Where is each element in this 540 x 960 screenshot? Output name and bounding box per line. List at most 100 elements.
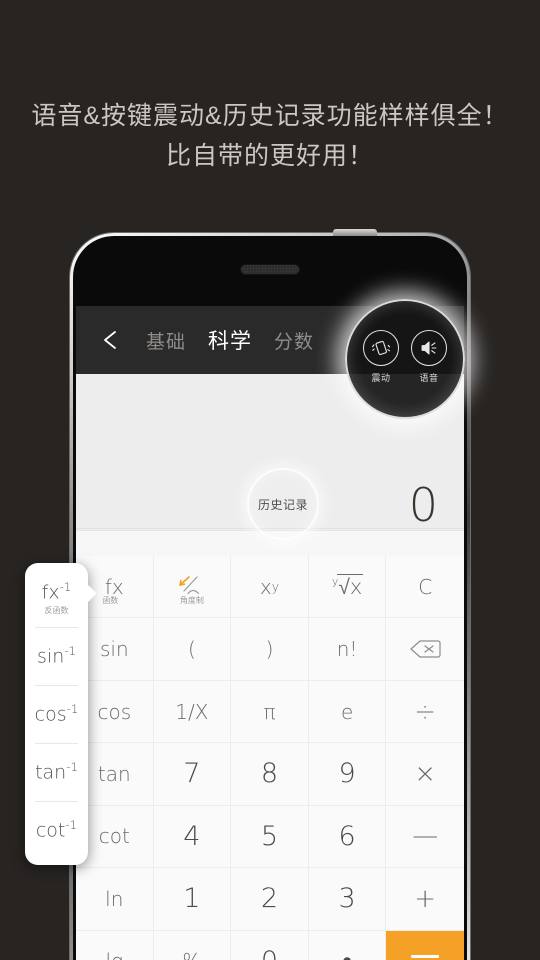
- key-paren-close[interactable]: ): [231, 618, 309, 681]
- key-multiply[interactable]: ×: [386, 743, 464, 806]
- popup-item-fx-inverse[interactable]: fx-1 反函数: [25, 569, 88, 627]
- tab-fraction[interactable]: 分数: [274, 327, 314, 354]
- nth-root-glyph: y √x: [331, 573, 364, 600]
- key-divide[interactable]: ÷: [386, 681, 464, 744]
- key-angle-mode[interactable]: 角度制: [153, 556, 232, 619]
- tab-basic[interactable]: 基础: [146, 327, 186, 354]
- key-nth-root[interactable]: y √x: [308, 556, 387, 619]
- popup-arctan-label: tan-1: [35, 760, 78, 784]
- key-1-label: 1: [183, 883, 201, 915]
- display-result: 0: [408, 478, 438, 532]
- popup-fx-sublabel: 反函数: [44, 605, 69, 615]
- key-sin-label: sin: [99, 637, 129, 662]
- key-reciprocal-label: 1/X: [175, 699, 209, 724]
- key-euler-label: e: [340, 699, 354, 724]
- key-minus[interactable]: —: [386, 806, 464, 869]
- popup-item-arccos[interactable]: cos-1: [25, 685, 88, 743]
- key-percent-label: %: [182, 949, 201, 960]
- headline-line-1: 语音&按键震动&历史记录功能样样俱全！: [31, 102, 509, 130]
- mode-tabs: 基础 科学 分数: [146, 325, 314, 355]
- tab-scientific[interactable]: 科学: [208, 325, 252, 355]
- key-power-exp: y: [271, 579, 280, 595]
- key-tan-label: tan: [97, 761, 131, 786]
- key-9-label: 9: [338, 758, 356, 790]
- key-plus[interactable]: +: [386, 868, 464, 931]
- tool-vibrate[interactable]: 震动: [363, 330, 399, 384]
- key-euler[interactable]: e: [308, 680, 387, 744]
- key-paren-open-label: (: [187, 637, 196, 662]
- key-3-label: 3: [338, 883, 356, 915]
- phone-earpiece-speaker: [240, 264, 300, 275]
- key-0[interactable]: 0: [231, 930, 309, 960]
- key-ln-label: ln: [105, 886, 124, 911]
- key-factorial[interactable]: n!: [308, 618, 387, 681]
- key-decimal-label: •: [342, 946, 351, 960]
- key-2[interactable]: 2: [231, 868, 309, 931]
- key-1[interactable]: 1: [153, 868, 232, 931]
- key-percent[interactable]: %: [154, 930, 232, 960]
- key-reciprocal[interactable]: 1/X: [153, 680, 232, 744]
- key-6-label: 6: [338, 820, 356, 852]
- popup-arcsin-label: sin-1: [37, 644, 76, 668]
- key-multiply-label: ×: [414, 758, 437, 789]
- vibrate-icon: [363, 330, 399, 366]
- tool-voice[interactable]: 语音: [411, 330, 447, 384]
- headline-line-2: 比自带的更好用！: [165, 142, 374, 170]
- key-4-label: 4: [183, 820, 201, 852]
- key-5-label: 5: [260, 820, 279, 852]
- key-6[interactable]: 6: [308, 805, 387, 869]
- equals-icon: [411, 954, 440, 960]
- spotlight-toolbar-content: 震动 语音: [345, 299, 465, 419]
- popup-item-arcsin[interactable]: sin-1: [25, 627, 88, 685]
- key-pi-label: π: [263, 699, 276, 724]
- key-4[interactable]: 4: [153, 805, 232, 869]
- key-equals[interactable]: [386, 930, 464, 960]
- key-2-label: 2: [260, 883, 279, 915]
- key-angle-sublabel: 角度制: [179, 596, 204, 606]
- key-pi[interactable]: π: [231, 680, 309, 744]
- key-power[interactable]: xy: [231, 556, 309, 619]
- back-arrow-icon[interactable]: [98, 327, 124, 353]
- popup-fx-base: fx-1: [41, 580, 72, 604]
- key-clear-label: C: [418, 574, 433, 599]
- key-decimal-point[interactable]: •: [309, 930, 387, 960]
- key-7[interactable]: 7: [153, 743, 232, 806]
- key-fx-sublabel: 函数: [102, 596, 119, 606]
- speaker-icon: [411, 330, 447, 366]
- key-lg[interactable]: lg: [76, 930, 154, 960]
- popup-item-arctan[interactable]: tan-1: [25, 743, 88, 801]
- promo-screenshot: 语音&按键震动&历史记录功能样样俱全！ 比自带的更好用！ 基础 科学 分数 0: [0, 0, 540, 960]
- key-5[interactable]: 5: [231, 805, 309, 869]
- key-3[interactable]: 3: [308, 868, 387, 931]
- key-8[interactable]: 8: [231, 743, 309, 806]
- key-divide-label: ÷: [414, 696, 437, 727]
- tool-vibrate-label: 震动: [371, 373, 391, 383]
- key-power-base: x: [259, 574, 272, 599]
- history-label[interactable]: 历史记录: [247, 468, 319, 540]
- key-lg-label: lg: [106, 949, 124, 960]
- inverse-functions-popup: fx-1 反函数 sin-1 cos-1 tan-1 cot-1: [25, 563, 97, 865]
- key-0-label: 0: [261, 946, 278, 960]
- key-root-index: y: [331, 574, 339, 588]
- key-ln[interactable]: ln: [76, 868, 154, 931]
- popup-arccos-label: cos-1: [34, 702, 79, 726]
- key-plus-label: +: [414, 883, 437, 914]
- key-cos-label: cos: [97, 699, 132, 724]
- key-8-label: 8: [260, 758, 279, 790]
- popup-arccot-label: cot-1: [35, 818, 78, 842]
- key-root-label: √x: [337, 573, 364, 599]
- key-minus-label: —: [412, 821, 439, 852]
- popup-item-arccot[interactable]: cot-1: [25, 801, 88, 859]
- key-9[interactable]: 9: [308, 743, 387, 806]
- key-factorial-label: n!: [336, 637, 358, 662]
- key-clear[interactable]: C: [386, 556, 464, 619]
- key-cot-label: cot: [98, 824, 130, 849]
- key-paren-close-label: ): [265, 637, 274, 662]
- phone-top-button: [333, 229, 377, 236]
- page-headline: 语音&按键震动&历史记录功能样样俱全！ 比自带的更好用！: [0, 96, 540, 176]
- calculator-keypad: fx 函数 角度制 xy y √x C sin () n! cos 1/X π…: [76, 556, 464, 960]
- key-backspace[interactable]: [386, 618, 464, 681]
- key-7-label: 7: [183, 758, 201, 790]
- tool-voice-label: 语音: [419, 373, 439, 383]
- key-paren-open[interactable]: (: [153, 618, 232, 681]
